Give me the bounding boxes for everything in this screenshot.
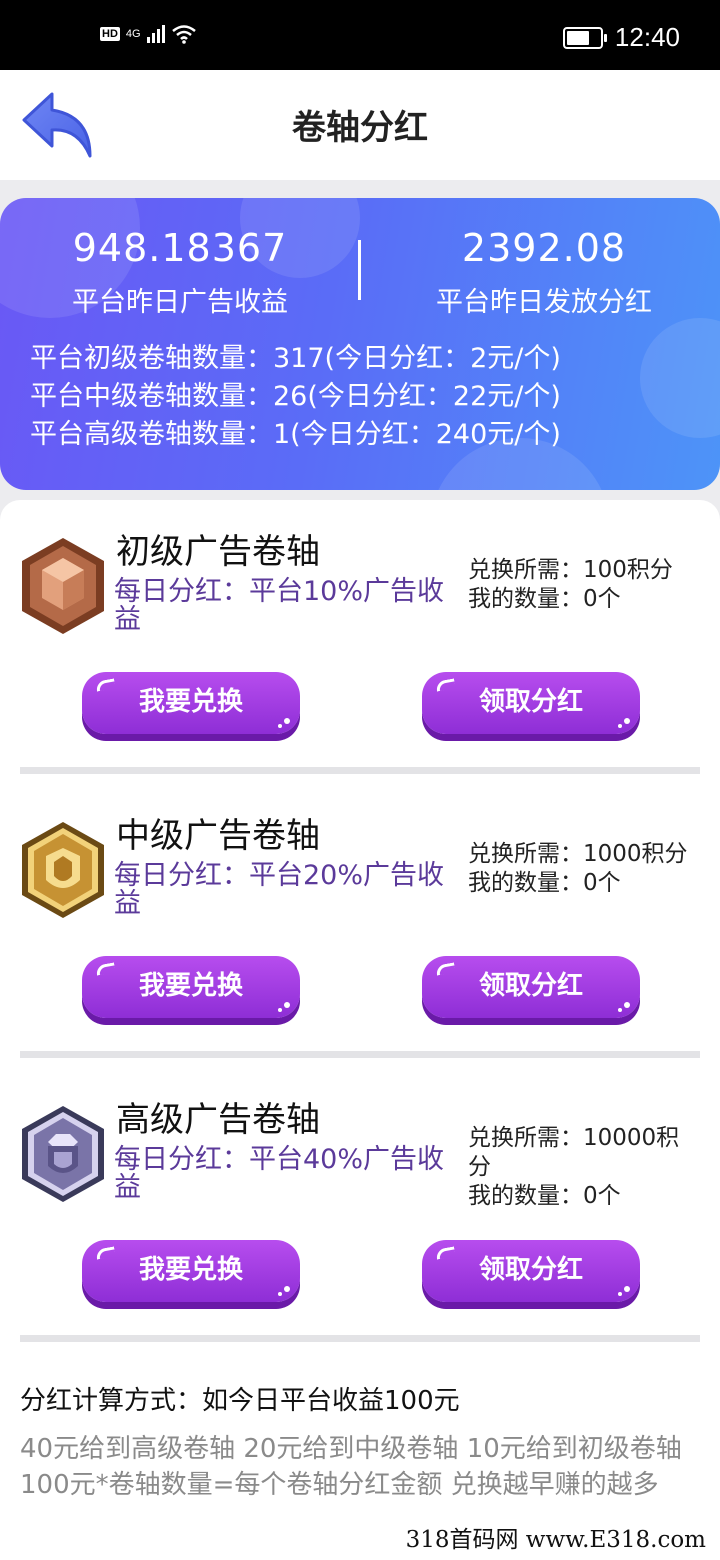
stat-divider <box>358 240 361 300</box>
scroll-pool-summary: 平台初级卷轴数量：317(今日分红：2元/个) 平台中级卷轴数量：26(今日分红… <box>30 340 561 454</box>
dividend-formula: 分红计算方式：如今日平台收益100元 40元给到高级卷轴 20元给到中级卷轴 1… <box>20 1380 710 1503</box>
tier-high: 高级广告卷轴 每日分红：平台40%广告收益 兑换所需：10000积分 我的数量：… <box>0 1068 720 1352</box>
formula-title: 分红计算方式：如今日平台收益100元 <box>20 1386 460 1416</box>
tier-info: 兑换所需：1000积分 我的数量：0个 <box>468 840 698 898</box>
owned-count: 我的数量：0个 <box>468 586 621 612</box>
yesterday-ad-revenue: 948.18367 平台昨日广告收益 <box>0 226 360 319</box>
exchange-button-label: 我要兑换 <box>138 687 243 717</box>
owned-count: 我的数量：0个 <box>468 1183 621 1209</box>
gold-badge-icon <box>22 822 104 918</box>
pool-line-high: 平台高级卷轴数量：1(今日分红：240元/个) <box>30 419 561 450</box>
wifi-icon <box>171 25 196 44</box>
tier-info: 兑换所需：100积分 我的数量：0个 <box>468 556 698 614</box>
tier-dividend-desc: 每日分红：平台10%广告收益 <box>114 576 445 635</box>
exchange-button[interactable]: 我要兑换 <box>82 956 300 1018</box>
hd-indicator: HD <box>100 27 120 41</box>
tier-dividend-desc: 每日分红：平台40%广告收益 <box>114 1144 445 1203</box>
claim-button-label: 领取分红 <box>478 1255 583 1285</box>
divider <box>20 1335 700 1342</box>
tier-name: 初级广告卷轴 <box>116 532 320 572</box>
dividend-label: 平台昨日发放分红 <box>436 287 652 318</box>
dividend-value: 2392.08 <box>461 226 627 270</box>
status-left: HD 4G <box>100 24 197 44</box>
battery-icon <box>562 26 607 49</box>
tier-basic: 初级广告卷轴 每日分红：平台10%广告收益 兑换所需：100积分 我的数量：0个… <box>0 500 720 784</box>
exchange-button-label: 我要兑换 <box>138 971 243 1001</box>
ad-revenue-label: 平台昨日广告收益 <box>72 287 288 318</box>
status-right: 12:40 <box>562 22 680 53</box>
ad-revenue-value: 948.18367 <box>72 226 288 270</box>
clock: 12:40 <box>614 22 680 52</box>
exchange-cost: 兑换所需：1000积分 <box>468 841 688 867</box>
exchange-cost: 兑换所需：100积分 <box>468 557 673 583</box>
network-type: 4G <box>125 28 141 40</box>
stats-banner: 948.18367 平台昨日广告收益 2392.08 平台昨日发放分红 平台初级… <box>0 198 720 490</box>
pool-line-mid: 平台中级卷轴数量：26(今日分红：22元/个) <box>30 381 561 412</box>
exchange-button[interactable]: 我要兑换 <box>82 672 300 734</box>
pool-line-basic: 平台初级卷轴数量：317(今日分红：2元/个) <box>30 343 561 374</box>
tier-name: 中级广告卷轴 <box>116 816 320 856</box>
exchange-button-label: 我要兑换 <box>138 1255 243 1285</box>
divider <box>20 767 700 774</box>
claim-dividend-button[interactable]: 领取分红 <box>422 672 640 734</box>
watermark: 318首码网 www.E318.com <box>405 1527 706 1553</box>
exchange-cost: 兑换所需：10000积分 <box>468 1125 680 1180</box>
owned-count: 我的数量：0个 <box>468 870 621 896</box>
diamond-badge-icon <box>22 1106 104 1202</box>
scroll-list-card: 初级广告卷轴 每日分红：平台10%广告收益 兑换所需：100积分 我的数量：0个… <box>0 500 720 1560</box>
tier-name: 高级广告卷轴 <box>116 1100 320 1140</box>
decor-bubble <box>640 318 720 438</box>
tier-dividend-desc: 每日分红：平台20%广告收益 <box>114 860 445 919</box>
exchange-button[interactable]: 我要兑换 <box>82 1240 300 1302</box>
status-bar: HD 4G 12:40 <box>0 0 720 70</box>
tier-info: 兑换所需：10000积分 我的数量：0个 <box>468 1124 698 1211</box>
divider <box>20 1051 700 1058</box>
claim-dividend-button[interactable]: 领取分红 <box>422 1240 640 1302</box>
claim-button-label: 领取分红 <box>478 687 583 717</box>
page-title: 卷轴分红 <box>292 108 428 148</box>
claim-dividend-button[interactable]: 领取分红 <box>422 956 640 1018</box>
nav-bar: 卷轴分红 <box>0 70 720 180</box>
signal-icon <box>146 25 165 43</box>
claim-button-label: 领取分红 <box>478 971 583 1001</box>
tier-mid: 中级广告卷轴 每日分红：平台20%广告收益 兑换所需：1000积分 我的数量：0… <box>0 784 720 1068</box>
formula-body: 40元给到高级卷轴 20元给到中级卷轴 10元给到初级卷轴 100元*卷轴数量=… <box>20 1434 682 1500</box>
yesterday-dividend: 2392.08 平台昨日发放分红 <box>364 226 720 319</box>
bronze-badge-icon <box>22 538 104 634</box>
